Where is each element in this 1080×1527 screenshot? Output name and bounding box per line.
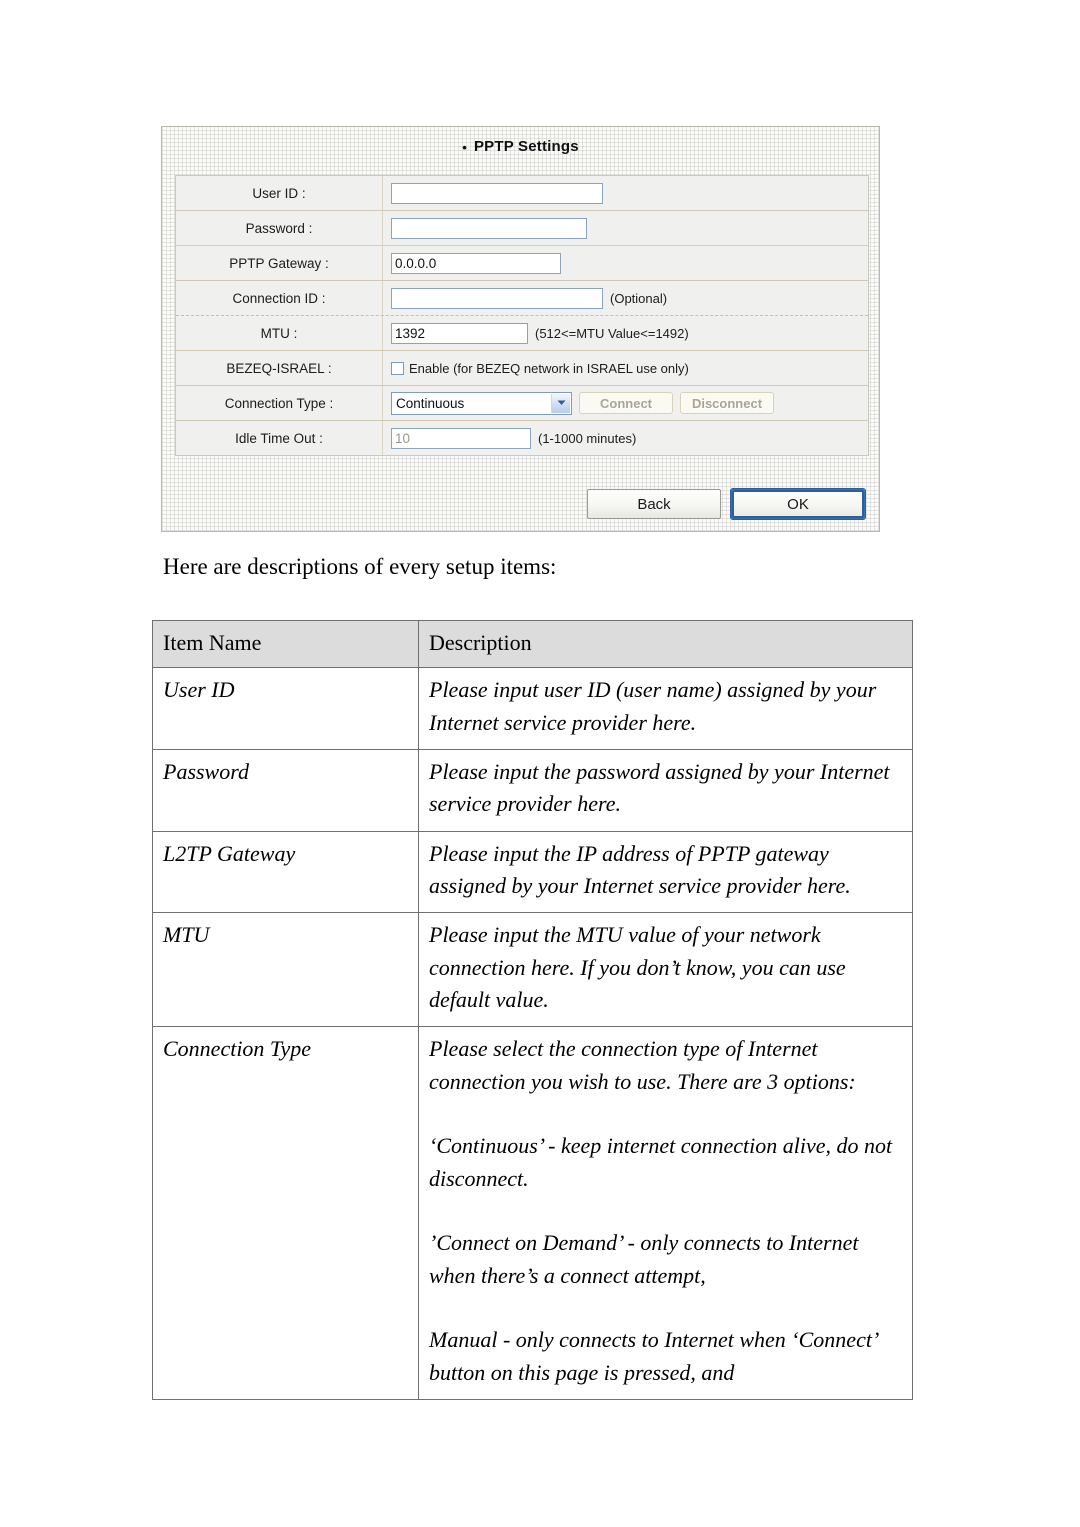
description-paragraph: Please input the MTU value of your netwo… bbox=[429, 922, 846, 1012]
table-row: L2TP Gateway Please input the IP address… bbox=[152, 830, 913, 914]
table-row: Connection Type Please select the connec… bbox=[152, 1026, 913, 1400]
setup-items-table: Item Name Description User ID Please inp… bbox=[152, 619, 913, 1400]
chevron-down-icon[interactable] bbox=[551, 393, 570, 413]
connection-id-hint: (Optional) bbox=[610, 290, 668, 306]
bullet-icon: • bbox=[462, 139, 467, 155]
field-cell-connection-id: (Optional) bbox=[383, 281, 868, 315]
item-name-cell: MTU bbox=[152, 912, 419, 1028]
label-connection-id: Connection ID : bbox=[176, 281, 383, 315]
label-idle-time-out: Idle Time Out : bbox=[176, 421, 383, 455]
description-cell: Please input the MTU value of your netwo… bbox=[418, 912, 913, 1028]
form-row-idle-time-out: Idle Time Out : (1-1000 minutes) bbox=[176, 421, 868, 455]
bezeq-enable-label: Enable (for BEZEQ network in ISRAEL use … bbox=[409, 360, 689, 376]
table-row: Password Please input the password assig… bbox=[152, 748, 913, 832]
label-user-id: User ID : bbox=[176, 176, 383, 210]
settings-form: User ID : Password : PPTP Gateway : Conn… bbox=[175, 175, 869, 456]
description-cell: Please input the password assigned by yo… bbox=[418, 748, 913, 832]
mtu-input[interactable] bbox=[391, 322, 528, 344]
description-cell: Please select the connection type of Int… bbox=[418, 1026, 913, 1400]
panel-footer: Back OK bbox=[587, 489, 865, 519]
description-paragraph: ‘Continuous’ - keep internet connection … bbox=[429, 1133, 893, 1191]
description-paragraph: ’Connect on Demand’ - only connects to I… bbox=[429, 1230, 859, 1288]
panel-title-text: PPTP Settings bbox=[473, 138, 579, 155]
connection-type-selected-value: Continuous bbox=[396, 395, 465, 411]
lead-paragraph: Here are descriptions of every setup ite… bbox=[163, 554, 557, 579]
idle-time-out-input[interactable] bbox=[391, 427, 531, 449]
label-connection-type: Connection Type : bbox=[176, 386, 383, 420]
item-name-cell: L2TP Gateway bbox=[152, 830, 419, 914]
form-row-password: Password : bbox=[176, 211, 868, 246]
item-name-cell: Connection Type bbox=[152, 1026, 419, 1400]
user-id-input[interactable] bbox=[391, 182, 603, 204]
password-input[interactable] bbox=[391, 217, 587, 239]
description-paragraph: Please select the connection type of Int… bbox=[429, 1036, 856, 1094]
label-mtu: MTU : bbox=[176, 316, 383, 350]
idle-time-out-hint: (1-1000 minutes) bbox=[538, 430, 637, 446]
checkbox-icon[interactable] bbox=[391, 361, 404, 375]
back-button[interactable]: Back bbox=[587, 489, 721, 519]
form-row-connection-id: Connection ID : (Optional) bbox=[176, 281, 868, 316]
column-header-item-name: Item Name bbox=[152, 619, 419, 669]
table-row: User ID Please input user ID (user name)… bbox=[152, 667, 913, 750]
item-name-cell: User ID bbox=[152, 667, 419, 750]
item-name-cell: Password bbox=[152, 748, 419, 832]
bezeq-enable-checkbox-group[interactable]: Enable (for BEZEQ network in ISRAEL use … bbox=[391, 361, 689, 376]
description-paragraph: Manual - only connects to Internet when … bbox=[429, 1327, 877, 1385]
field-cell-mtu: (512<=MTU Value<=1492) bbox=[383, 316, 868, 350]
field-cell-bezeq-israel: Enable (for BEZEQ network in ISRAEL use … bbox=[383, 351, 868, 385]
form-row-connection-type: Connection Type : Continuous Connect Dis… bbox=[176, 386, 868, 421]
label-password: Password : bbox=[176, 211, 383, 245]
label-bezeq-israel: BEZEQ-ISRAEL : bbox=[176, 351, 383, 385]
table-header-row: Item Name Description bbox=[152, 619, 913, 669]
connection-type-select[interactable]: Continuous bbox=[391, 391, 572, 415]
form-row-user-id: User ID : bbox=[176, 176, 868, 211]
description-paragraph: Please input the password assigned by yo… bbox=[429, 758, 890, 817]
pptp-gateway-input[interactable] bbox=[391, 252, 561, 274]
mtu-hint: (512<=MTU Value<=1492) bbox=[535, 325, 689, 341]
field-cell-password bbox=[383, 211, 868, 245]
description-paragraph: Please input user ID (user name) assigne… bbox=[429, 677, 877, 735]
field-cell-user-id bbox=[383, 176, 868, 210]
ok-button[interactable]: OK bbox=[731, 489, 865, 519]
disconnect-button[interactable]: Disconnect bbox=[680, 392, 774, 414]
column-header-description: Description bbox=[418, 619, 913, 669]
router-settings-screenshot: • PPTP Settings User ID : Password : PPTP… bbox=[161, 126, 880, 532]
description-paragraph: Please input the IP address of PPTP gate… bbox=[429, 840, 851, 898]
form-row-mtu: MTU : (512<=MTU Value<=1492) bbox=[176, 316, 868, 351]
field-cell-pptp-gateway bbox=[383, 246, 868, 280]
form-row-pptp-gateway: PPTP Gateway : bbox=[176, 246, 868, 281]
description-cell: Please input user ID (user name) assigne… bbox=[418, 667, 913, 750]
connect-button[interactable]: Connect bbox=[579, 392, 673, 414]
connection-id-input[interactable] bbox=[391, 287, 603, 309]
field-cell-idle-time-out: (1-1000 minutes) bbox=[383, 421, 868, 455]
table-row: MTU Please input the MTU value of your n… bbox=[152, 912, 913, 1028]
description-cell: Please input the IP address of PPTP gate… bbox=[418, 830, 913, 914]
form-row-bezeq-israel: BEZEQ-ISRAEL : Enable (for BEZEQ network… bbox=[176, 351, 868, 386]
panel-title: • PPTP Settings bbox=[162, 138, 879, 155]
field-cell-connection-type: Continuous Connect Disconnect bbox=[383, 386, 868, 420]
label-pptp-gateway: PPTP Gateway : bbox=[176, 246, 383, 280]
